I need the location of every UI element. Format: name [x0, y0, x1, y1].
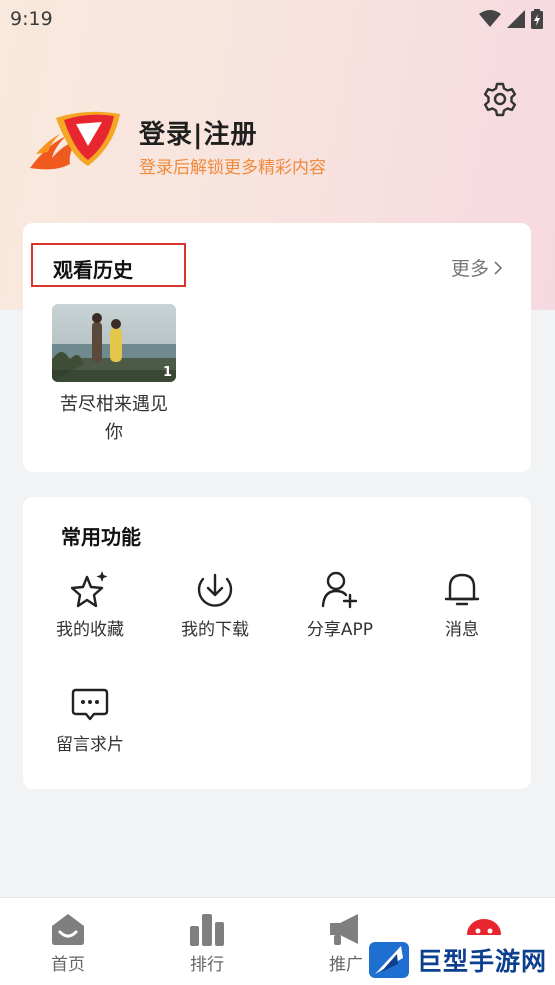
watermark-logo-icon	[369, 942, 409, 978]
chevron-right-icon	[494, 260, 503, 275]
status-time: 9:19	[10, 8, 53, 30]
favorites-label: 我的收藏	[56, 620, 124, 640]
site-watermark: 巨型手游网	[363, 935, 555, 985]
add-user-icon	[321, 571, 358, 609]
ranking-icon	[190, 914, 224, 946]
downloads-button[interactable]: 我的下载	[160, 569, 270, 640]
gear-icon	[483, 82, 517, 117]
watch-history-card: 观看历史 更多 1 苦尽柑来遇见你	[23, 223, 531, 472]
bell-icon	[444, 573, 480, 606]
history-video-thumbnail[interactable]: 1	[52, 304, 176, 382]
watermark-text: 巨型手游网	[417, 947, 548, 976]
signal-icon	[507, 10, 525, 28]
history-title: 观看历史	[53, 258, 133, 282]
status-bar: 9:19	[0, 0, 555, 38]
chat-bubble-icon	[71, 688, 109, 721]
app-logo	[26, 106, 126, 176]
tab-ranking-label: 排行	[190, 955, 224, 975]
login-subtitle: 登录后解锁更多精彩内容	[139, 158, 326, 178]
wifi-icon	[479, 10, 501, 27]
common-functions-card: 常用功能 我的收藏 我的下载 分享APP 消息 留言求片	[23, 497, 531, 789]
tab-home[interactable]: 首页	[18, 898, 118, 985]
functions-title: 常用功能	[61, 525, 141, 549]
tab-home-label: 首页	[51, 955, 85, 975]
status-icons	[479, 9, 543, 29]
request-movie-label: 留言求片	[56, 735, 124, 755]
settings-button[interactable]	[481, 80, 519, 118]
login-register-link[interactable]: 登录|注册	[139, 114, 258, 151]
messages-label: 消息	[445, 620, 479, 640]
request-movie-button[interactable]: 留言求片	[35, 684, 145, 755]
episode-number: 1	[162, 365, 172, 380]
tab-ranking[interactable]: 排行	[157, 898, 257, 985]
more-label: 更多	[450, 258, 489, 280]
star-sparkle-icon	[70, 571, 108, 608]
downloads-label: 我的下载	[181, 620, 249, 640]
history-video-title[interactable]: 苦尽柑来遇见你	[52, 391, 176, 447]
battery-icon	[531, 9, 543, 29]
favorites-button[interactable]: 我的收藏	[35, 569, 145, 640]
messages-button[interactable]: 消息	[407, 569, 517, 640]
home-icon	[52, 914, 84, 945]
history-more-link[interactable]: 更多	[451, 254, 503, 281]
share-app-label: 分享APP	[306, 620, 374, 640]
share-app-button[interactable]: 分享APP	[285, 569, 395, 640]
megaphone-icon	[330, 914, 358, 945]
download-icon	[197, 573, 233, 607]
